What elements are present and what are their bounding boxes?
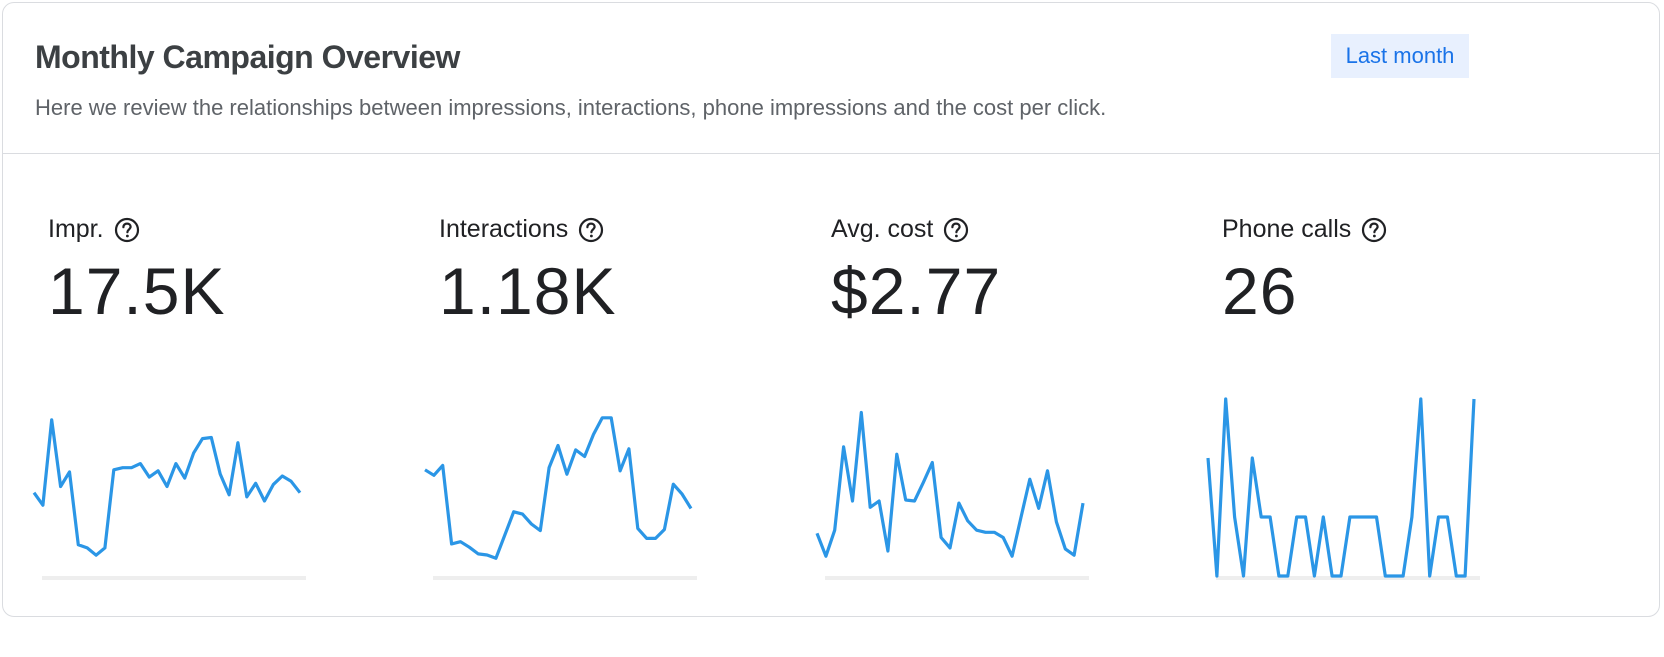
help-circle-icon[interactable] <box>943 217 969 243</box>
metric-label: Impr. <box>48 215 140 244</box>
help-circle-icon[interactable] <box>114 217 140 243</box>
campaign-overview-card: Monthly Campaign Overview Here we review… <box>2 2 1660 617</box>
help-circle-icon[interactable] <box>578 217 604 243</box>
date-range-chip[interactable]: Last month <box>1331 34 1469 78</box>
card-title: Monthly Campaign Overview <box>35 39 460 75</box>
metric-label: Avg. cost <box>831 215 969 244</box>
card-header: Monthly Campaign Overview Here we review… <box>3 3 1659 154</box>
metric-value: 17.5K <box>48 254 226 328</box>
metric-value: 1.18K <box>439 254 617 328</box>
metric-label: Phone calls <box>1222 215 1387 244</box>
metric-label-text: Interactions <box>439 215 569 243</box>
card-subtitle: Here we review the relationships between… <box>35 95 1107 120</box>
sparkline-chart <box>32 418 306 580</box>
sparkline-chart <box>424 416 697 580</box>
metric-value: 26 <box>1222 254 1298 328</box>
metric-interactions: Interactions 1.18K <box>424 153 739 613</box>
metric-avg-cost: Avg. cost $2.77 <box>815 153 1131 613</box>
metric-label: Interactions <box>439 215 604 244</box>
sparkline-series-line <box>815 410 1085 558</box>
metric-phone-calls: Phone calls 26 <box>1206 153 1522 613</box>
metric-impressions: Impr. 17.5K <box>32 153 348 613</box>
metric-value: $2.77 <box>831 254 1002 328</box>
sparkline-series-line <box>424 416 693 560</box>
sparkline-chart <box>815 410 1089 580</box>
sparkline-series-line <box>32 418 302 557</box>
sparkline-series-line <box>1206 397 1476 578</box>
sparkline-chart <box>1206 397 1480 580</box>
help-circle-icon[interactable] <box>1361 217 1387 243</box>
metric-label-text: Impr. <box>48 215 104 243</box>
metric-label-text: Phone calls <box>1222 215 1352 243</box>
metric-label-text: Avg. cost <box>831 215 934 243</box>
